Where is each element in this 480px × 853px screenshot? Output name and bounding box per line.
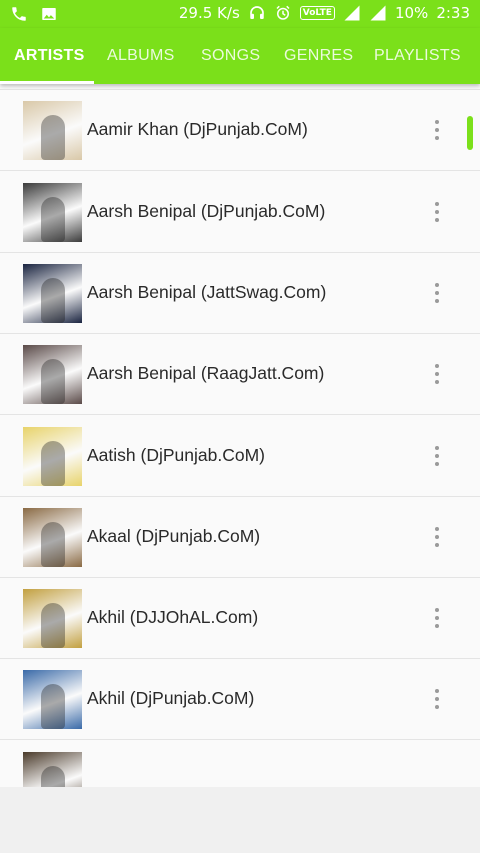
more-options-icon[interactable] <box>427 200 447 224</box>
more-options-icon[interactable] <box>427 281 447 305</box>
dot <box>435 534 439 539</box>
album-art-thumbnail <box>23 345 82 405</box>
dot <box>435 364 439 369</box>
dot <box>435 128 439 133</box>
dot <box>435 209 439 214</box>
artist-row[interactable]: Aarsh Benipal (JattSwag.Com) <box>0 253 480 334</box>
more-options-icon[interactable] <box>427 362 447 386</box>
dot <box>435 624 439 629</box>
dot <box>435 217 439 222</box>
volte-icon: VoLTE <box>299 6 335 20</box>
dot <box>435 453 439 458</box>
dot <box>435 298 439 303</box>
status-right: 29.5 K/s VoLTE 10% 2:33 <box>179 4 470 22</box>
dot <box>435 689 439 694</box>
album-art-thumbnail <box>23 101 82 161</box>
artist-name: Akhil (DjPunjab.CoM) <box>87 688 255 709</box>
more-options-icon[interactable] <box>427 444 447 468</box>
dot <box>435 616 439 621</box>
music-player-screen: 29.5 K/s VoLTE 10% 2:33 ARTISTS ALBUMS S… <box>0 0 480 853</box>
artist-list[interactable]: A-Kay(Mr-Jatt.Com) Aamir Khan (DjPunjab.C… <box>0 84 480 787</box>
album-art-thumbnail <box>23 263 82 323</box>
dot <box>435 608 439 613</box>
artist-row[interactable]: Aatish (DjPunjab.CoM) <box>0 416 480 497</box>
clock: 2:33 <box>436 4 470 22</box>
bottom-empty-area <box>0 787 480 853</box>
signal-icon-2 <box>370 5 386 21</box>
artist-name: Aarsh Benipal (DjPunjab.CoM) <box>87 200 326 221</box>
artist-name: Aarsh Benipal (RaagJatt.Com) <box>87 363 325 384</box>
dot <box>435 372 439 377</box>
image-icon <box>42 8 56 20</box>
dot <box>435 201 439 206</box>
more-options-icon[interactable] <box>427 687 447 711</box>
album-art-thumbnail <box>23 507 82 567</box>
artist-silhouette <box>41 521 65 567</box>
scrollbar-thumb[interactable] <box>467 116 473 150</box>
artist-silhouette <box>41 277 65 323</box>
more-options-icon[interactable] <box>427 118 447 142</box>
artist-row[interactable] <box>0 741 480 787</box>
dot <box>435 697 439 702</box>
dot <box>435 136 439 141</box>
status-left <box>10 5 58 23</box>
active-tab-indicator <box>0 81 94 84</box>
album-art-thumbnail <box>23 182 82 242</box>
artist-name: Akaal (DjPunjab.CoM) <box>87 525 261 546</box>
alarm-icon <box>276 5 290 20</box>
more-options-icon[interactable] <box>427 525 447 549</box>
phone-icon <box>12 7 26 21</box>
network-speed: 29.5 K/s <box>178 4 240 22</box>
artist-silhouette <box>41 115 65 161</box>
artist-row[interactable]: Akhil (DjPunjab.CoM) <box>0 659 480 741</box>
headphones-icon <box>249 6 264 19</box>
artist-row[interactable]: Aarsh Benipal (DjPunjab.CoM) <box>0 172 480 253</box>
artist-silhouette <box>41 765 65 787</box>
dot <box>435 290 439 295</box>
tab-albums[interactable]: ALBUMS <box>107 28 175 84</box>
dot <box>435 705 439 710</box>
tab-genres[interactable]: GENRES <box>284 28 353 84</box>
album-art-thumbnail <box>23 751 82 787</box>
dot <box>435 445 439 450</box>
album-art-thumbnail <box>23 589 82 649</box>
dot <box>435 120 439 125</box>
more-options-icon[interactable] <box>427 606 447 630</box>
tab-bar: ARTISTS ALBUMS SONGS GENRES PLAYLISTS <box>0 28 480 84</box>
artist-name: Akhil (DJJOhAL.Com) <box>87 607 259 628</box>
artist-row[interactable]: Akhil (DJJOhAL.Com) <box>0 578 480 660</box>
dot <box>435 282 439 287</box>
artist-name: Aarsh Benipal (JattSwag.Com) <box>87 281 327 302</box>
tab-artists[interactable]: ARTISTS <box>14 28 85 84</box>
artist-silhouette <box>41 359 65 405</box>
dot <box>435 526 439 531</box>
artist-name: Aamir Khan (DjPunjab.CoM) <box>87 119 308 140</box>
artist-row[interactable]: A-Kay(Mr-Jatt.Com) <box>0 84 480 90</box>
tab-playlists[interactable]: PLAYLISTS <box>374 28 461 84</box>
album-art-thumbnail <box>23 426 82 486</box>
artist-row[interactable]: Aarsh Benipal (RaagJatt.Com) <box>0 334 480 416</box>
artist-silhouette <box>41 440 65 486</box>
artist-silhouette <box>41 196 65 242</box>
album-art-thumbnail <box>23 670 82 730</box>
artist-row[interactable]: Aamir Khan (DjPunjab.CoM) <box>0 90 480 172</box>
artist-name: Aatish (DjPunjab.CoM) <box>87 444 265 465</box>
tab-songs[interactable]: SONGS <box>201 28 260 84</box>
artist-silhouette <box>41 684 65 730</box>
dot <box>435 461 439 466</box>
artist-silhouette <box>41 603 65 649</box>
artist-row[interactable]: Akaal (DjPunjab.CoM) <box>0 497 480 578</box>
dot <box>435 542 439 547</box>
status-bar: 29.5 K/s VoLTE 10% 2:33 <box>0 0 480 28</box>
dot <box>435 380 439 385</box>
battery-percentage: 10% <box>394 4 429 22</box>
signal-icon <box>344 5 360 21</box>
